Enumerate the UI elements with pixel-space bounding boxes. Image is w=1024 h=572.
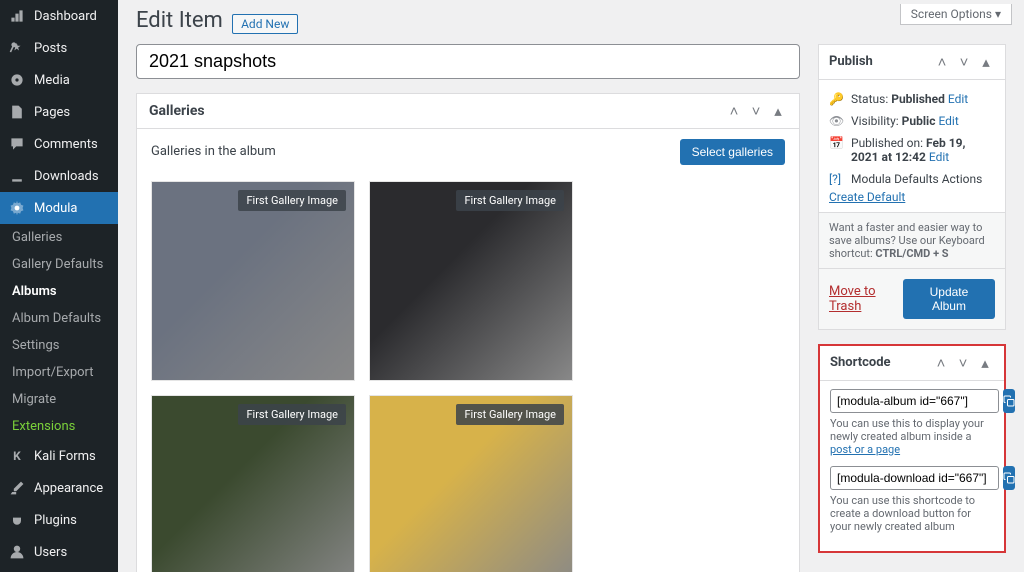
sidebar-item-label: Media xyxy=(34,73,70,88)
sidebar-sub-galleries[interactable]: Galleries xyxy=(0,224,118,251)
user-icon xyxy=(8,543,26,561)
panel-down-icon[interactable]: ˅ xyxy=(747,102,765,120)
gear-icon xyxy=(8,199,26,217)
sidebar-item-dashboard[interactable]: Dashboard xyxy=(0,0,118,32)
galleries-subtitle: Galleries in the album xyxy=(151,144,276,159)
sidebar-item-label: Dashboard xyxy=(34,9,97,24)
admin-sidebar: Dashboard Posts Media Pages Comments Download… xyxy=(0,0,118,572)
comment-icon xyxy=(8,135,26,153)
pin-icon xyxy=(8,39,26,57)
galleries-heading: Galleries xyxy=(149,103,205,119)
sidebar-item-label: Modula xyxy=(34,201,78,216)
sidebar-sub-extensions[interactable]: Extensions xyxy=(0,413,118,440)
edit-status-link[interactable]: Edit xyxy=(948,92,968,106)
sidebar-item-media[interactable]: Media xyxy=(0,64,118,96)
gallery-tile[interactable]: First Gallery Image xyxy=(151,395,355,572)
move-to-trash-link[interactable]: Move to Trash xyxy=(829,284,903,314)
create-default-link[interactable]: Create Default xyxy=(829,190,905,204)
sidebar-item-tools[interactable]: Tools xyxy=(0,568,118,572)
sidebar-item-label: Appearance xyxy=(34,481,103,496)
page-title: Edit Item xyxy=(136,8,223,33)
sidebar-item-posts[interactable]: Posts xyxy=(0,32,118,64)
sidebar-item-label: Kali Forms xyxy=(34,449,96,464)
gallery-thumbnail xyxy=(152,182,354,380)
brush-icon xyxy=(8,479,26,497)
shortcode-heading: Shortcode xyxy=(830,355,891,370)
gallery-thumbnail xyxy=(370,182,572,380)
copy-shortcode-button[interactable] xyxy=(1003,466,1015,490)
sidebar-item-label: Users xyxy=(34,545,67,560)
sidebar-item-appearance[interactable]: Appearance xyxy=(0,472,118,504)
update-album-button[interactable]: Update Album xyxy=(903,279,995,319)
edit-date-link[interactable]: Edit xyxy=(929,150,949,164)
panel-toggle-icon[interactable]: ▴ xyxy=(769,102,787,120)
gallery-tile[interactable]: First Gallery Image xyxy=(369,181,573,381)
main-content: Screen Options ▾ Edit Item Add New Galle… xyxy=(118,0,1024,572)
sidebar-sub-settings[interactable]: Settings xyxy=(0,332,118,359)
post-page-link[interactable]: post or a page xyxy=(830,443,900,456)
panel-up-icon[interactable]: ˄ xyxy=(725,102,743,120)
media-icon xyxy=(8,71,26,89)
first-gallery-badge: First Gallery Image xyxy=(456,404,564,425)
sidebar-item-plugins[interactable]: Plugins xyxy=(0,504,118,536)
dash-icon xyxy=(8,7,26,25)
first-gallery-badge: First Gallery Image xyxy=(238,404,346,425)
gallery-tile[interactable]: First Gallery Image xyxy=(369,395,573,572)
keyboard-hint: Want a faster and easier way to save alb… xyxy=(819,212,1005,268)
calendar-icon: 📅 xyxy=(829,136,845,150)
screen-options-toggle[interactable]: Screen Options ▾ xyxy=(900,4,1012,25)
sidebar-item-label: Downloads xyxy=(34,169,99,184)
first-gallery-badge: First Gallery Image xyxy=(238,190,346,211)
page-icon xyxy=(8,103,26,121)
sidebar-item-label: Pages xyxy=(34,105,70,120)
first-gallery-badge: First Gallery Image xyxy=(456,190,564,211)
shortcode-download-help: You can use this shortcode to create a d… xyxy=(830,494,994,533)
sidebar-sub-migrate[interactable]: Migrate xyxy=(0,386,118,413)
sidebar-item-kali-forms[interactable]: K Kali Forms xyxy=(0,440,118,472)
plug-icon xyxy=(8,511,26,529)
download-icon xyxy=(8,167,26,185)
key-icon: 🔑 xyxy=(829,92,845,106)
panel-toggle-icon[interactable]: ▴ xyxy=(977,53,995,71)
sidebar-sub-gallery-defaults[interactable]: Gallery Defaults xyxy=(0,251,118,278)
sidebar-sub-albums[interactable]: Albums xyxy=(0,278,118,305)
panel-up-icon[interactable]: ˄ xyxy=(933,53,951,71)
sidebar-item-comments[interactable]: Comments xyxy=(0,128,118,160)
edit-visibility-link[interactable]: Edit xyxy=(938,114,958,128)
select-galleries-button[interactable]: Select galleries xyxy=(680,139,785,165)
sidebar-item-modula[interactable]: Modula xyxy=(0,192,118,224)
item-title-input[interactable] xyxy=(136,44,800,79)
publish-box: Publish ˄ ˅ ▴ 🔑 Status: Published Edit xyxy=(818,44,1006,330)
sidebar-item-users[interactable]: Users xyxy=(0,536,118,568)
copy-shortcode-button[interactable] xyxy=(1003,389,1015,413)
sidebar-item-label: Comments xyxy=(34,137,98,152)
sidebar-sub-album-defaults[interactable]: Album Defaults xyxy=(0,305,118,332)
panel-down-icon[interactable]: ˅ xyxy=(954,354,972,372)
panel-up-icon[interactable]: ˄ xyxy=(932,354,950,372)
sidebar-item-label: Posts xyxy=(34,41,67,56)
panel-down-icon[interactable]: ˅ xyxy=(955,53,973,71)
add-new-button[interactable]: Add New xyxy=(232,14,298,34)
shortcode-box: Shortcode ˄ ˅ ▴ Yo xyxy=(818,344,1006,553)
galleries-panel: Galleries ˄ ˅ ▴ Galleries in the album S… xyxy=(136,93,800,572)
panel-toggle-icon[interactable]: ▴ xyxy=(976,354,994,372)
shortcode-download-input[interactable] xyxy=(830,466,999,490)
help-icon: [?] xyxy=(829,172,845,186)
sidebar-item-pages[interactable]: Pages xyxy=(0,96,118,128)
shortcode-album-input[interactable] xyxy=(830,389,999,413)
sidebar-sub-import-export[interactable]: Import/Export xyxy=(0,359,118,386)
gallery-tile[interactable]: First Gallery Image xyxy=(151,181,355,381)
publish-heading: Publish xyxy=(829,54,873,69)
sidebar-item-downloads[interactable]: Downloads xyxy=(0,160,118,192)
sidebar-item-label: Plugins xyxy=(34,513,77,528)
eye-icon: 👁 xyxy=(829,114,845,128)
k-icon: K xyxy=(8,447,26,465)
